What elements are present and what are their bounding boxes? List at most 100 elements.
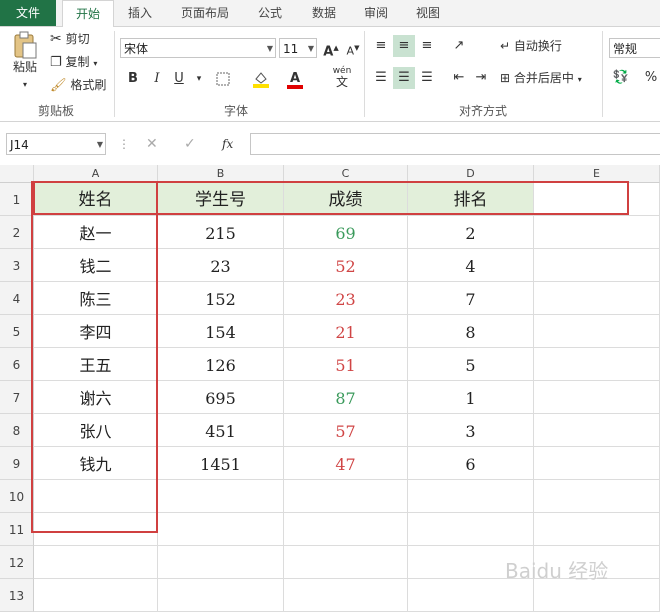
- cell[interactable]: 钱九: [34, 447, 158, 480]
- align-bottom-icon[interactable]: ≡: [416, 35, 438, 57]
- cell[interactable]: 2: [408, 216, 534, 249]
- merge-center-button[interactable]: ⊞ 合并后居中 ▾: [500, 70, 582, 88]
- cell[interactable]: 451: [158, 414, 284, 447]
- cell[interactable]: [284, 480, 408, 513]
- chevron-down-icon[interactable]: ▾: [188, 68, 210, 90]
- cut-button[interactable]: ✂ 剪切: [50, 31, 90, 47]
- align-middle-icon[interactable]: ≡: [393, 35, 415, 57]
- cell[interactable]: [34, 546, 158, 579]
- cell[interactable]: [408, 513, 534, 546]
- cell[interactable]: [534, 348, 660, 381]
- align-top-icon[interactable]: ≡: [370, 35, 392, 57]
- cell[interactable]: [534, 249, 660, 282]
- cell[interactable]: 87: [284, 381, 408, 414]
- italic-button[interactable]: I: [146, 68, 168, 90]
- row-header[interactable]: 3: [0, 249, 34, 282]
- cell[interactable]: [284, 513, 408, 546]
- tab-data[interactable]: 数据: [302, 0, 346, 26]
- insert-function-icon[interactable]: fx: [222, 136, 233, 152]
- cell[interactable]: [158, 579, 284, 612]
- cell[interactable]: [158, 480, 284, 513]
- bold-button[interactable]: B: [122, 68, 144, 90]
- font-size-select[interactable]: 11 ▼: [279, 38, 317, 58]
- tab-page-layout[interactable]: 页面布局: [170, 0, 240, 26]
- align-right-icon[interactable]: ☰: [416, 67, 438, 89]
- tab-view[interactable]: 视图: [406, 0, 450, 26]
- copy-button[interactable]: ❐ 复制 ▾: [50, 54, 97, 72]
- row-header[interactable]: 10: [0, 480, 34, 513]
- cell[interactable]: 陈三: [34, 282, 158, 315]
- cell[interactable]: [534, 447, 660, 480]
- number-format-select[interactable]: 常规: [609, 38, 660, 58]
- tab-insert[interactable]: 插入: [118, 0, 162, 26]
- cell[interactable]: 23: [284, 282, 408, 315]
- cell[interactable]: 52: [284, 249, 408, 282]
- cell[interactable]: 钱二: [34, 249, 158, 282]
- cell[interactable]: 7: [408, 282, 534, 315]
- align-left-icon[interactable]: ☰: [370, 67, 392, 89]
- cell[interactable]: [534, 183, 660, 216]
- cell[interactable]: 1: [408, 381, 534, 414]
- cell[interactable]: 69: [284, 216, 408, 249]
- worksheet-grid[interactable]: A B C D E 1 2 3 4 5 6 7 8 9 10 11 12 13 …: [0, 165, 660, 612]
- cell[interactable]: 215: [158, 216, 284, 249]
- column-header-a[interactable]: A: [34, 165, 158, 183]
- cell[interactable]: [34, 579, 158, 612]
- cell[interactable]: 张八: [34, 414, 158, 447]
- header-cell[interactable]: 排名: [408, 183, 534, 216]
- column-header-b[interactable]: B: [158, 165, 284, 183]
- cell[interactable]: [534, 414, 660, 447]
- tab-home[interactable]: 开始: [62, 0, 114, 27]
- cell[interactable]: [408, 480, 534, 513]
- border-icon[interactable]: [212, 68, 234, 90]
- cancel-icon[interactable]: ✕: [146, 136, 158, 152]
- font-color-button[interactable]: A: [284, 68, 306, 90]
- row-header[interactable]: 1: [0, 183, 34, 216]
- cell[interactable]: 47: [284, 447, 408, 480]
- underline-button[interactable]: U: [168, 68, 190, 90]
- header-cell[interactable]: 姓名: [34, 183, 158, 216]
- cell[interactable]: 李四: [34, 315, 158, 348]
- enter-icon[interactable]: ✓: [184, 136, 196, 152]
- row-header[interactable]: 2: [0, 216, 34, 249]
- cell[interactable]: 谢六: [34, 381, 158, 414]
- shrink-font-icon[interactable]: A▼: [342, 37, 364, 59]
- cell[interactable]: 王五: [34, 348, 158, 381]
- cell[interactable]: 152: [158, 282, 284, 315]
- font-name-select[interactable]: 宋体 ▼: [120, 38, 276, 58]
- paste-button[interactable]: 粘贴 ▾: [8, 31, 42, 89]
- cell[interactable]: 51: [284, 348, 408, 381]
- wrap-text-button[interactable]: ↵ 自动换行: [500, 38, 562, 54]
- column-header-e[interactable]: E: [534, 165, 660, 183]
- cell[interactable]: 赵一: [34, 216, 158, 249]
- formula-input[interactable]: [250, 133, 660, 155]
- cell[interactable]: 695: [158, 381, 284, 414]
- cell[interactable]: 23: [158, 249, 284, 282]
- decrease-indent-icon[interactable]: ⇤: [448, 67, 470, 89]
- row-header[interactable]: 7: [0, 381, 34, 414]
- column-header-d[interactable]: D: [408, 165, 534, 183]
- align-center-icon[interactable]: ☰: [393, 67, 415, 89]
- header-cell[interactable]: 成绩: [284, 183, 408, 216]
- row-header[interactable]: 6: [0, 348, 34, 381]
- column-header-c[interactable]: C: [284, 165, 408, 183]
- accounting-icon[interactable]: 💱: [610, 67, 632, 89]
- cell[interactable]: [534, 315, 660, 348]
- cell[interactable]: 8: [408, 315, 534, 348]
- cell[interactable]: 1451: [158, 447, 284, 480]
- cell[interactable]: [158, 513, 284, 546]
- cell[interactable]: [534, 216, 660, 249]
- cell[interactable]: [534, 381, 660, 414]
- tab-formulas[interactable]: 公式: [248, 0, 292, 26]
- cell[interactable]: [534, 282, 660, 315]
- cell[interactable]: 3: [408, 414, 534, 447]
- format-painter-button[interactable]: 🖌 格式刷: [50, 77, 106, 94]
- row-header[interactable]: 8: [0, 414, 34, 447]
- row-header[interactable]: 13: [0, 579, 34, 612]
- phonetic-guide-icon[interactable]: wén 文: [328, 66, 356, 88]
- cell[interactable]: 126: [158, 348, 284, 381]
- select-all-corner[interactable]: [0, 165, 34, 183]
- fill-color-icon[interactable]: [250, 68, 272, 90]
- orientation-icon[interactable]: ↗: [448, 35, 470, 57]
- row-header[interactable]: 12: [0, 546, 34, 579]
